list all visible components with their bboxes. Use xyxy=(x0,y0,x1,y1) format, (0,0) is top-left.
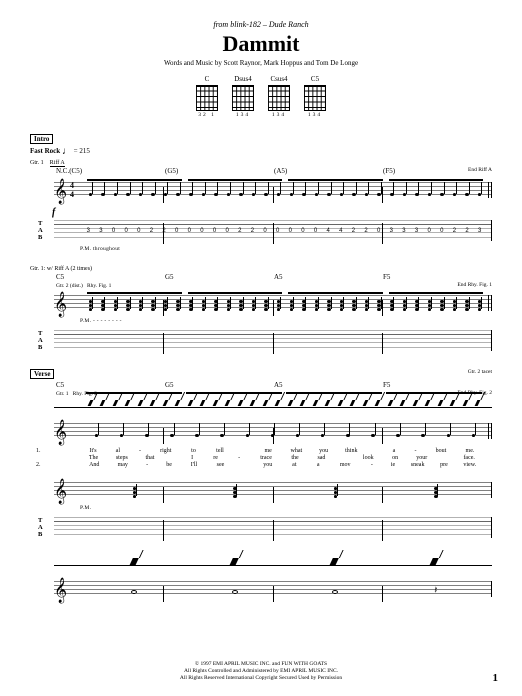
fretboard-icon xyxy=(232,85,254,111)
time-signature: 4 4 xyxy=(70,181,74,199)
lyrics-line-1: 1. It'sal-right totellme whatyouthink a-… xyxy=(80,448,484,454)
continuation-system: 𝄞 𝄽 xyxy=(30,556,492,604)
tempo-marking: Fast Rock ♩ = 215 xyxy=(30,146,492,157)
chord-frets: 134 xyxy=(232,112,254,118)
chord-diagram-dsus4: Dsus4 134 xyxy=(232,75,254,118)
chord-diagram-c: C 32 1 xyxy=(196,75,218,118)
copyright-footer: © 1997 EMI APRIL MUSIC INC. and FUN WITH… xyxy=(0,661,522,682)
chord-diagram-c5: C5 134 xyxy=(304,75,326,118)
tempo-bpm: 215 xyxy=(79,147,90,155)
rhy-fig-label: Gtr. 2 (dist.) Rhy. Fig. 1 xyxy=(56,283,492,289)
treble-clef-icon: 𝄞 xyxy=(54,576,67,604)
lyrics-line-3: 2. Andmay-be I'llseeyou atamov- iesneakp… xyxy=(80,462,484,468)
sheet-music-page: from blink-182 – Dude Ranch Dammit Words… xyxy=(0,0,522,696)
tab-label: TAB xyxy=(38,330,43,351)
chord-frets: 134 xyxy=(268,112,290,118)
chord-symbol: A5 xyxy=(274,381,383,389)
notes xyxy=(84,477,486,505)
copyright-line: All Rights Reserved International Copyri… xyxy=(0,675,522,682)
verse-number: 1. xyxy=(36,448,41,454)
credits: Words and Music by Scott Raynor, Mark Ho… xyxy=(30,59,492,67)
tab-lines xyxy=(54,330,492,351)
notation-staff: 𝄞 xyxy=(34,290,492,318)
rhythm-slash-staff xyxy=(34,398,492,416)
copyright-line: © 1997 EMI APRIL MUSIC INC. and FUN WITH… xyxy=(0,661,522,668)
chord-symbol: F5 xyxy=(383,273,492,281)
chord-name: Dsus4 xyxy=(232,75,254,83)
chord-symbol: N.C.(C5) xyxy=(56,167,165,175)
tablature-staff: TAB 33000220 00002200 00044220 33300223 xyxy=(34,217,492,245)
tab-lines xyxy=(54,517,492,538)
intro-label: Intro xyxy=(30,134,53,144)
chord-symbols-row: C5 G5 A5 F5 xyxy=(56,273,492,281)
fretboard-icon xyxy=(304,85,326,111)
vocal-staff: 𝄞 xyxy=(34,418,492,446)
lyrics-line-2: Thestepsthat Ire-trace thesadlook onyour… xyxy=(80,455,484,461)
tab-label: TAB xyxy=(38,220,43,241)
chord-frets: 134 xyxy=(304,112,326,118)
notes xyxy=(84,177,486,205)
chord-diagrams-row: C 32 1 Dsus4 134 Csus4 134 C5 134 xyxy=(30,75,492,118)
tab-label: TAB xyxy=(38,517,43,538)
riff-a-label: Riff A xyxy=(50,160,65,167)
chord-symbol: C5 xyxy=(56,273,165,281)
chord-name: C xyxy=(196,75,218,83)
chord-diagram-csus4: Csus4 134 xyxy=(268,75,290,118)
tablature-staff: TAB xyxy=(34,514,492,542)
chord-symbols-row: C5 G5 A5 F5 xyxy=(56,381,492,389)
tablature-staff: TAB xyxy=(34,327,492,355)
verse-section: Verse Gtr. 2 tacet C5 G5 A5 F5 Gtr. 1 Rh… xyxy=(30,369,492,542)
chord-symbol: (G5) xyxy=(165,167,274,175)
pm-annotation: P.M. throughout xyxy=(80,246,492,252)
end-rhy-fig: End Rhy. Fig. 1 xyxy=(457,282,492,288)
notes xyxy=(84,418,486,446)
source-line: from blink-182 – Dude Ranch xyxy=(30,20,492,29)
verse-number: 2. xyxy=(36,462,41,468)
pm-dashes: P.M. - - - - - - - - xyxy=(80,318,492,324)
fretboard-icon xyxy=(268,85,290,111)
chord-symbol: G5 xyxy=(165,273,274,281)
gtr1-riff-note: Gtr. 1: w/ Riff A (2 times) xyxy=(30,266,492,272)
whole-notes: 𝄽 xyxy=(84,576,486,604)
chord-name: Csus4 xyxy=(268,75,290,83)
chord-symbols-row: N.C.(C5) (G5) (A5) (F5) xyxy=(56,167,492,175)
rhythm-slash-staff xyxy=(34,556,492,574)
quarter-note-icon: ♩ xyxy=(62,146,72,157)
copyright-line: All Rights Controlled and Administered b… xyxy=(0,668,522,675)
guitar-1-label: Gtr. 1 Riff A xyxy=(30,160,492,166)
gtr2-tacet: Gtr. 2 tacet xyxy=(468,369,492,375)
guitar-staff: 𝄞 xyxy=(34,477,492,505)
treble-clef-icon: 𝄞 xyxy=(54,290,67,318)
slash-notation xyxy=(84,400,484,406)
page-number: 1 xyxy=(493,672,499,684)
chord-symbol: G5 xyxy=(165,381,274,389)
pm-annotation: P.M. xyxy=(80,505,492,511)
notes xyxy=(84,290,486,318)
chord-symbol: A5 xyxy=(274,273,383,281)
treble-clef-icon: 𝄞 xyxy=(54,418,67,446)
tab-numbers: 33000220 00002200 00044220 33300223 xyxy=(82,217,486,245)
treble-clef-icon: 𝄞 xyxy=(54,177,67,205)
tempo-style: Fast Rock xyxy=(30,147,60,155)
chord-symbol: (A5) xyxy=(274,167,383,175)
treble-clef-icon: 𝄞 xyxy=(54,477,67,505)
verse-label: Verse xyxy=(30,369,54,379)
chord-name: C5 xyxy=(304,75,326,83)
intro-system-2: Gtr. 1: w/ Riff A (2 times) C5 G5 A5 F5 … xyxy=(30,266,492,355)
end-riff-annotation: End Riff A xyxy=(468,167,492,173)
chord-symbol: C5 xyxy=(56,381,165,389)
vocal-staff-continuation: 𝄞 𝄽 xyxy=(34,576,492,604)
song-title: Dammit xyxy=(30,31,492,57)
fretboard-icon xyxy=(196,85,218,111)
notation-staff: 𝄞 4 4 xyxy=(34,177,492,205)
chord-frets: 32 1 xyxy=(196,112,218,118)
chord-symbol: F5 xyxy=(383,381,492,389)
intro-section: Intro Fast Rock ♩ = 215 Gtr. 1 Riff A N.… xyxy=(30,134,492,252)
